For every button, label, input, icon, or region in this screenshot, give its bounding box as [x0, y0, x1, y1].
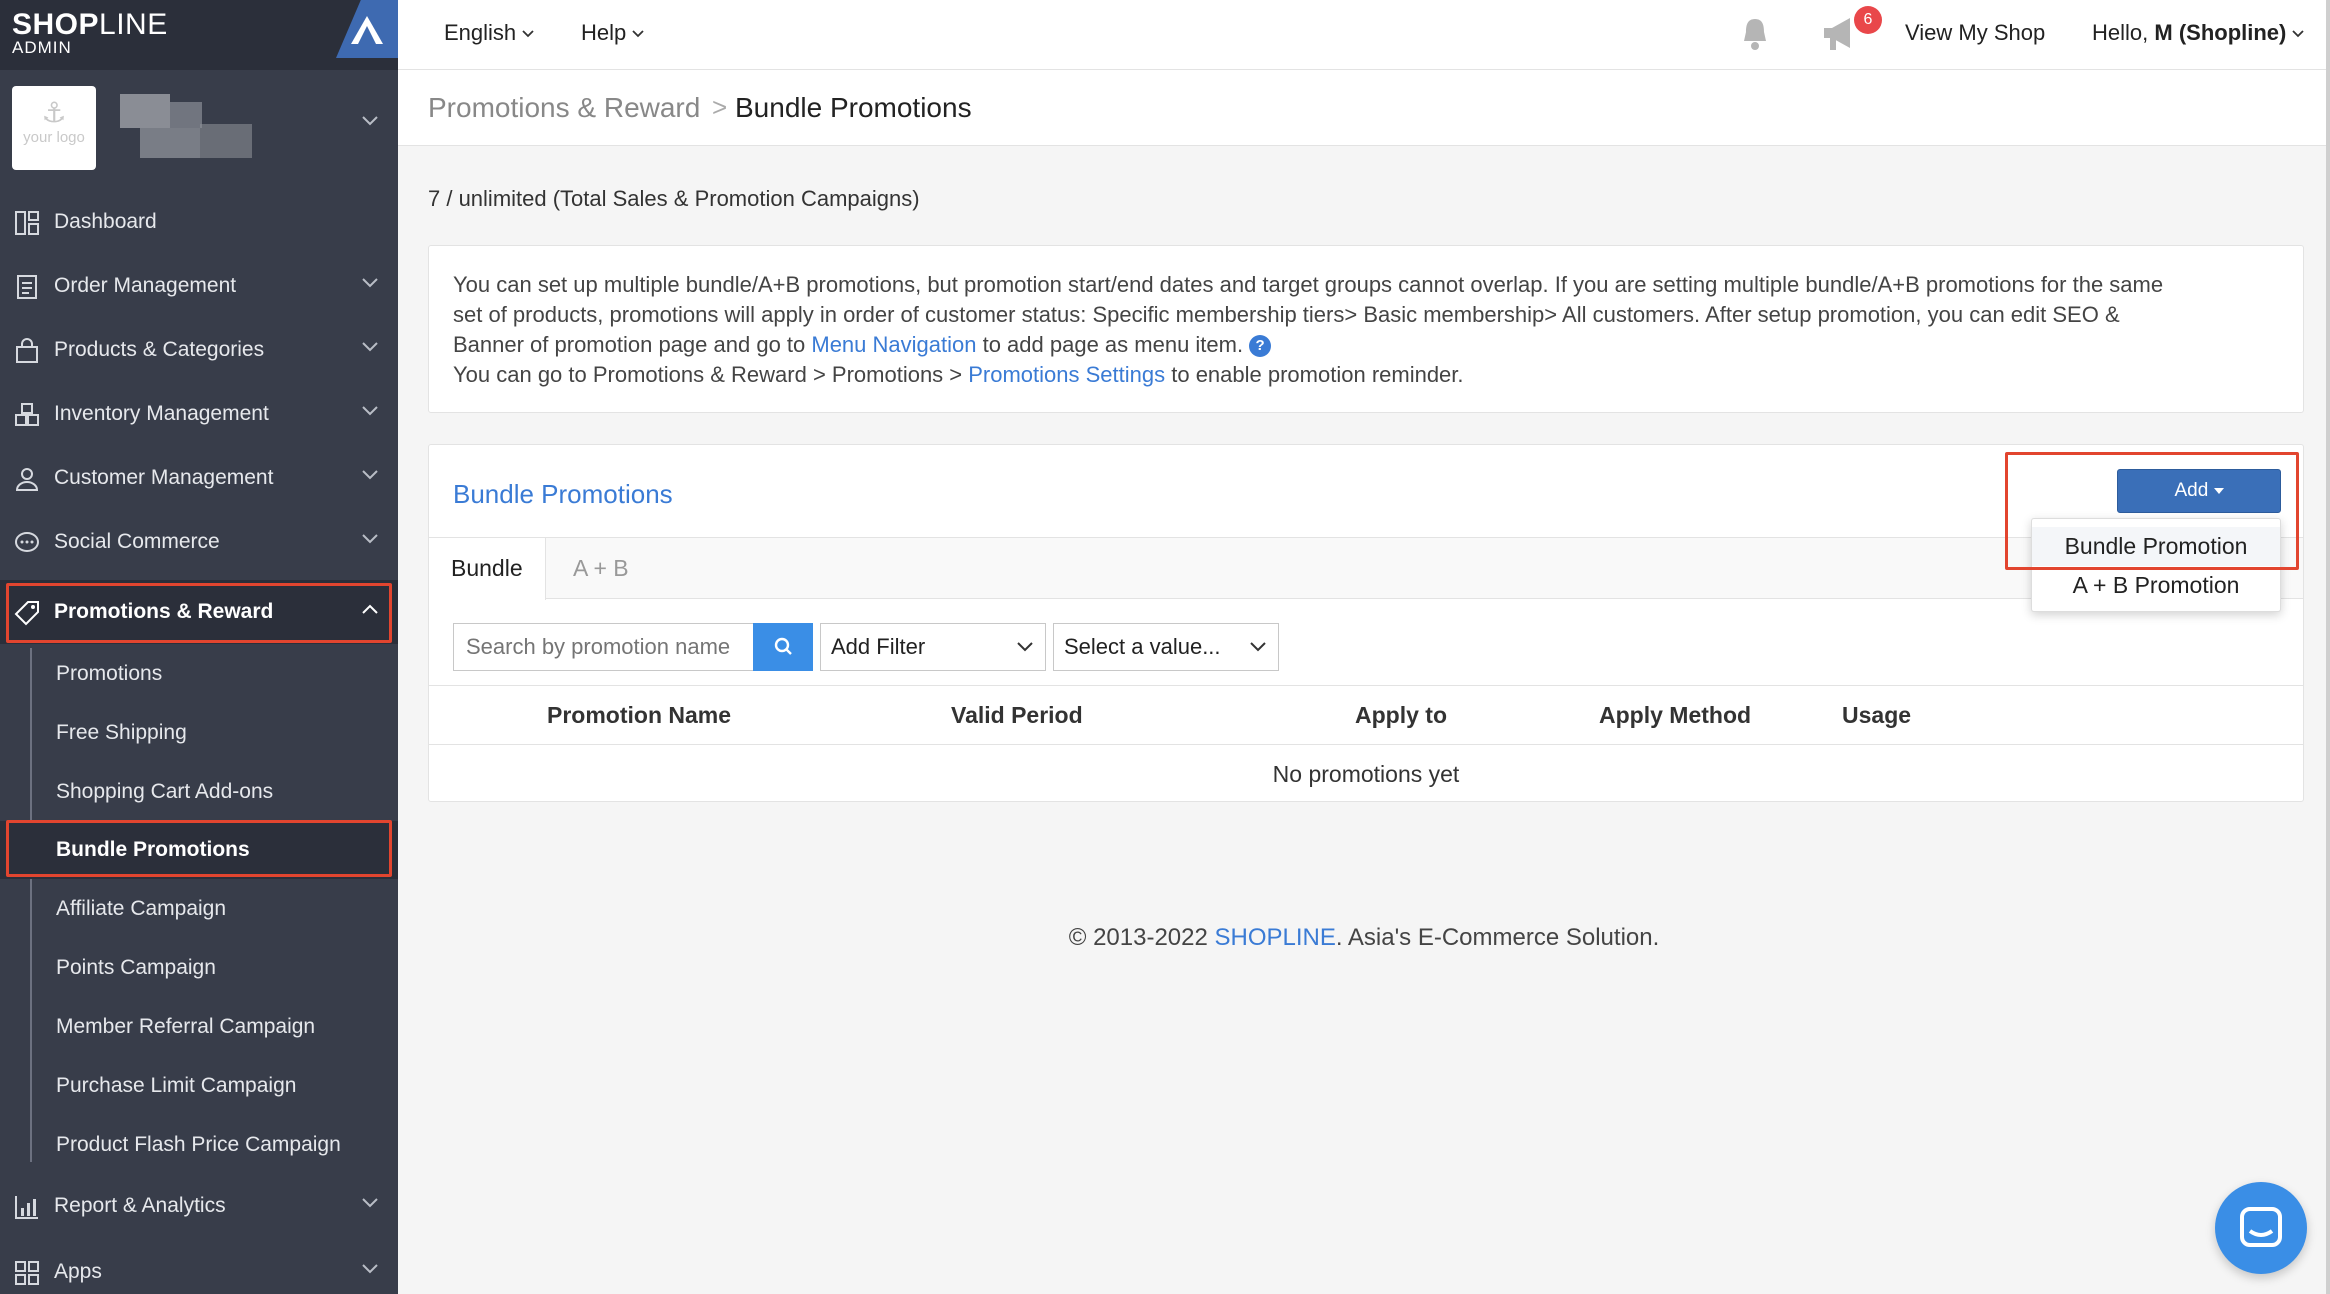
sidebar-subitem-member-referral[interactable]: Member Referral Campaign	[0, 998, 398, 1056]
chevron-down-icon	[362, 534, 378, 544]
chat-bubble-icon	[15, 532, 39, 552]
order-icon	[17, 275, 37, 299]
window-edge	[2326, 0, 2330, 1294]
chat-icon	[2240, 1207, 2282, 1247]
user-menu[interactable]: Hello, M (Shopline)	[2092, 0, 2304, 66]
column-usage[interactable]: Usage	[1842, 686, 1911, 744]
chevron-down-icon	[632, 30, 644, 38]
language-selector[interactable]: English	[444, 0, 534, 66]
column-valid-period[interactable]: Valid Period	[951, 686, 1083, 744]
sidebar-item-order-management[interactable]: Order Management	[0, 254, 398, 318]
help-question-icon[interactable]: ?	[1249, 335, 1272, 358]
chat-launcher-button[interactable]	[2215, 1182, 2307, 1274]
sidebar-subitem-promotions[interactable]: Promotions	[0, 645, 398, 703]
sidebar-subitem-free-shipping[interactable]: Free Shipping	[0, 704, 398, 762]
chevron-down-icon[interactable]	[362, 116, 378, 126]
sidebar-subitem-points-campaign[interactable]: Points Campaign	[0, 939, 398, 997]
breadcrumb-separator: >	[712, 92, 728, 122]
sidebar-subitem-purchase-limit[interactable]: Purchase Limit Campaign	[0, 1057, 398, 1115]
breadcrumb: Promotions & Reward > Bundle Promotions	[398, 70, 2330, 146]
view-my-shop-link[interactable]: View My Shop	[1905, 0, 2045, 66]
tab-bundle[interactable]: Bundle	[429, 538, 546, 600]
shop-switcher[interactable]: ⚓ your logo	[12, 86, 386, 170]
inventory-icon	[15, 403, 39, 426]
chevron-down-icon	[362, 406, 378, 416]
menu-item-bundle-promotion[interactable]: Bundle Promotion	[2032, 527, 2280, 566]
breadcrumb-parent[interactable]: Promotions & Reward	[428, 92, 700, 124]
column-promotion-name[interactable]: Promotion Name	[547, 686, 731, 744]
sidebar-subitem-affiliate-campaign[interactable]: Affiliate Campaign	[0, 880, 398, 938]
sidebar: SHOPLINE ADMIN ⚓ your logo Dashboard Ord…	[0, 0, 398, 1294]
empty-state-message: No promotions yet	[1272, 761, 1460, 787]
chevron-down-icon	[2292, 30, 2304, 38]
sidebar-subitem-flash-price[interactable]: Product Flash Price Campaign	[0, 1116, 398, 1174]
page-title: Bundle Promotions	[735, 92, 972, 123]
sidebar-item-inventory[interactable]: Inventory Management	[0, 382, 398, 446]
column-apply-to[interactable]: Apply to	[1355, 686, 1447, 744]
footer: © 2013-2022 SHOPLINE. Asia's E-Commerce …	[1068, 924, 1660, 951]
footer-brand-link[interactable]: SHOPLINE	[1215, 924, 1336, 951]
info-notice: You can set up multiple bundle/A+B promo…	[428, 245, 2304, 413]
brand-header: SHOPLINE ADMIN	[0, 0, 398, 70]
bell-icon[interactable]	[1738, 16, 1772, 52]
sidebar-item-dashboard[interactable]: Dashboard	[0, 190, 398, 254]
sidebar-item-apps[interactable]: Apps	[0, 1240, 398, 1294]
help-menu[interactable]: Help	[581, 0, 644, 66]
search-icon	[774, 637, 792, 655]
chevron-down-icon	[522, 30, 534, 38]
add-button[interactable]: Add	[2117, 469, 2281, 513]
bundle-promotions-panel: Bundle Promotions Bundle A + B Add Filte…	[428, 444, 2304, 802]
chevron-down-icon	[362, 1264, 378, 1274]
shop-logo: ⚓ your logo	[12, 86, 96, 170]
mountain-logo-icon	[351, 16, 383, 44]
user-icon	[15, 468, 39, 491]
caret-down-icon	[2213, 487, 2224, 494]
sidebar-subitem-cart-addons[interactable]: Shopping Cart Add-ons	[0, 763, 398, 821]
sidebar-item-report-analytics[interactable]: Report & Analytics	[0, 1174, 398, 1238]
dashboard-icon	[15, 211, 39, 235]
campaign-usage-count: 7 / unlimited (Total Sales & Promotion C…	[428, 186, 920, 211]
chevron-up-icon	[362, 604, 378, 614]
search-button[interactable]	[753, 623, 813, 671]
tab-a-plus-b[interactable]: A + B	[551, 538, 651, 599]
apps-icon	[15, 1261, 39, 1285]
sidebar-item-products[interactable]: Products & Categories	[0, 318, 398, 382]
column-apply-method[interactable]: Apply Method	[1599, 686, 1751, 744]
top-bar: English Help 6 View My Shop Hello, M (Sh…	[398, 0, 2330, 70]
chart-icon	[15, 1196, 38, 1219]
anchor-icon: ⚓	[41, 97, 67, 128]
admin-label: ADMIN	[12, 38, 72, 57]
promotions-settings-link[interactable]: Promotions Settings	[968, 362, 1165, 387]
table-header: Promotion Name Valid Period Apply to App…	[429, 685, 2303, 745]
chevron-down-icon	[362, 342, 378, 352]
chevron-down-icon	[362, 278, 378, 288]
chevron-down-icon	[1017, 642, 1033, 652]
add-dropdown-menu: Bundle Promotion A + B Promotion	[2031, 518, 2281, 612]
promotion-tabs: Bundle A + B	[429, 537, 2303, 600]
sidebar-item-customer-management[interactable]: Customer Management	[0, 446, 398, 510]
panel-title: Bundle Promotions	[453, 479, 673, 509]
shop-name-redacted	[120, 94, 252, 158]
bag-icon	[16, 338, 38, 363]
sidebar-item-promotions-reward[interactable]: Promotions & Reward	[0, 580, 398, 644]
chevron-down-icon	[362, 470, 378, 480]
filter-value-select[interactable]: Select a value...	[1053, 623, 1279, 671]
chevron-down-icon	[1250, 642, 1266, 652]
shopline-logo[interactable]: SHOPLINE	[12, 8, 168, 42]
menu-navigation-link[interactable]: Menu Navigation	[811, 332, 976, 357]
tag-icon	[14, 601, 39, 626]
chevron-down-icon	[362, 1198, 378, 1208]
notification-badge: 6	[1854, 6, 1882, 34]
sidebar-subitem-bundle-promotions[interactable]: Bundle Promotions	[0, 821, 398, 879]
sidebar-item-social-commerce[interactable]: Social Commerce	[0, 510, 398, 574]
search-input[interactable]	[453, 623, 753, 671]
menu-item-a-b-promotion[interactable]: A + B Promotion	[2032, 566, 2280, 605]
add-filter-select[interactable]: Add Filter	[820, 623, 1046, 671]
